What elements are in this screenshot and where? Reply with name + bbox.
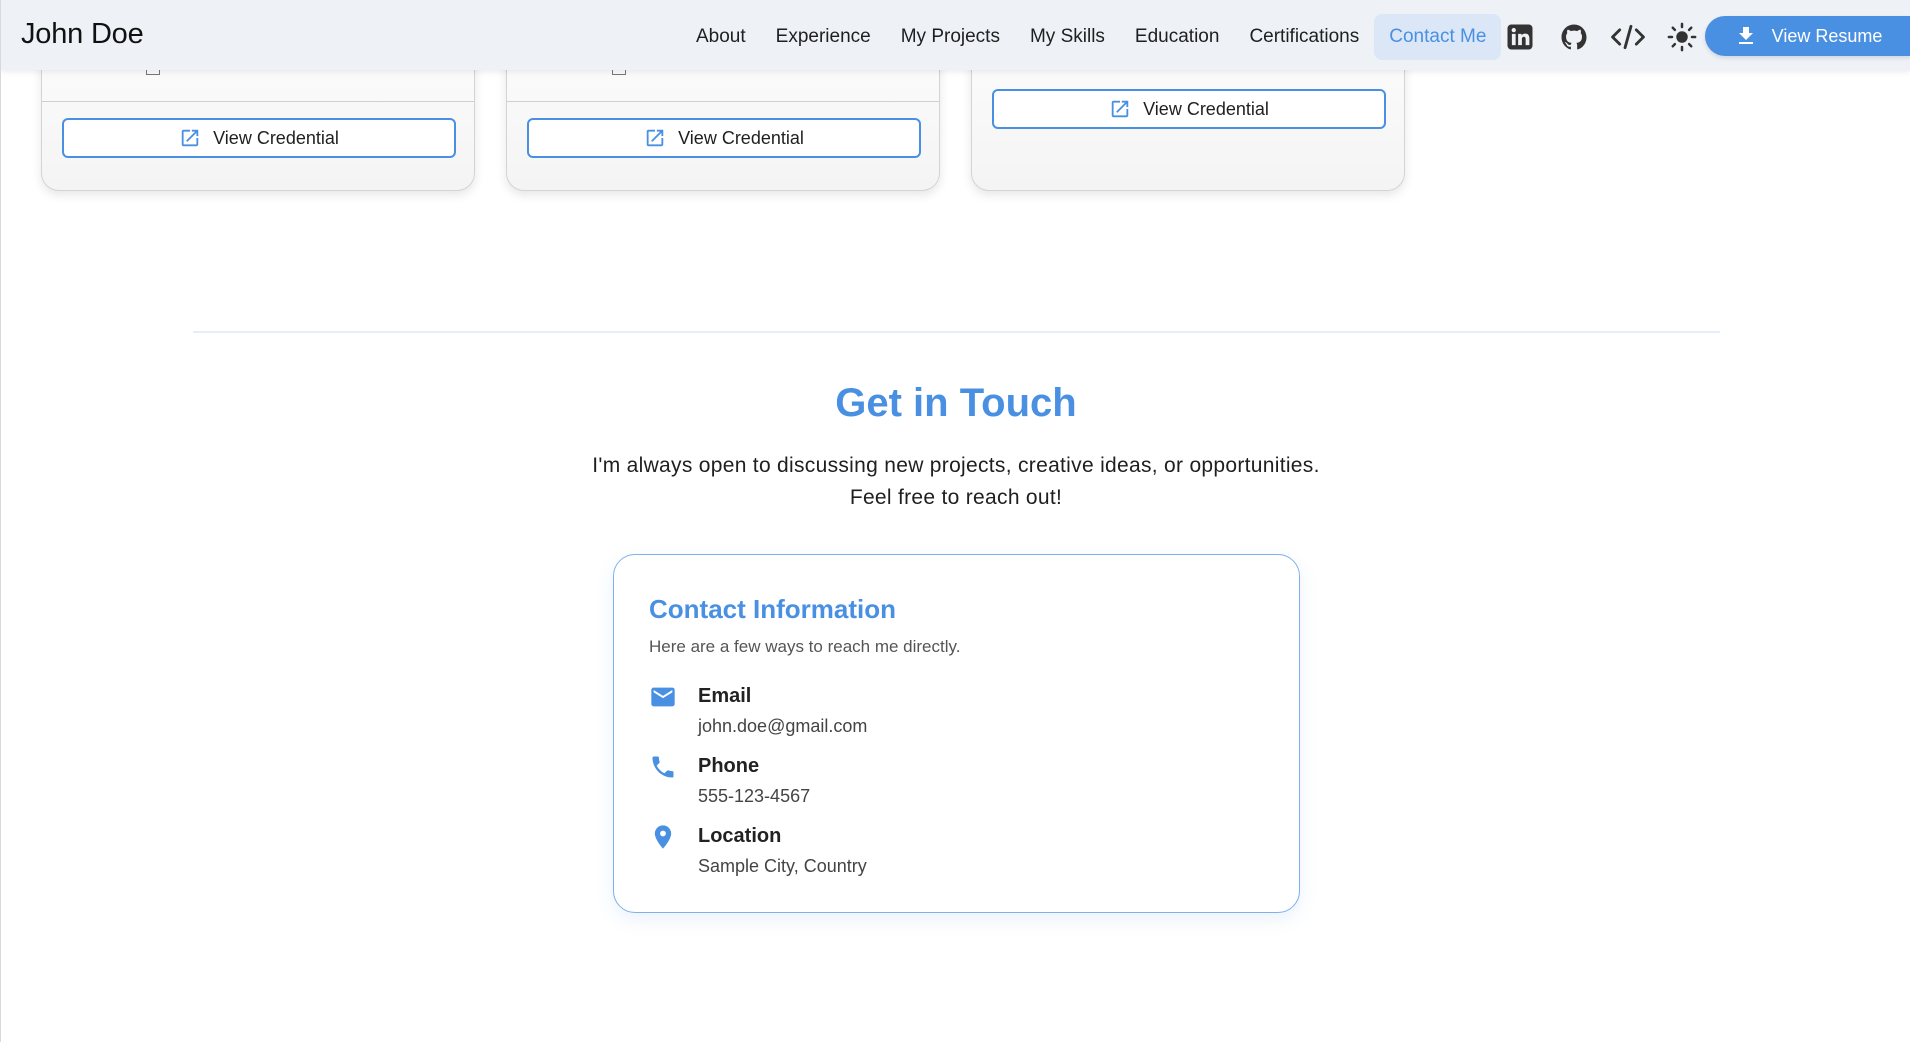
contact-item-location: Location Sample City, Country bbox=[649, 823, 1249, 883]
view-credential-button[interactable]: View Credential bbox=[62, 118, 456, 158]
view-credential-button[interactable]: View Credential bbox=[992, 89, 1386, 129]
view-credential-button[interactable]: View Credential bbox=[527, 118, 921, 158]
brand-name[interactable]: John Doe bbox=[21, 18, 144, 51]
nav-icons bbox=[1501, 14, 1701, 60]
nav-contact-me[interactable]: Contact Me bbox=[1374, 14, 1502, 60]
navbar: John Doe About Experience My Projects My… bbox=[1, 0, 1910, 70]
github-icon[interactable] bbox=[1555, 18, 1593, 56]
phone-icon bbox=[652, 756, 674, 778]
contact-card-description: Here are a few ways to reach me directly… bbox=[649, 637, 961, 656]
view-resume-button[interactable]: View Resume bbox=[1705, 16, 1910, 56]
nav-education[interactable]: Education bbox=[1120, 14, 1235, 60]
contact-label: Phone bbox=[698, 755, 760, 777]
contact-info-card: Contact Information Here are a few ways … bbox=[613, 554, 1300, 913]
nav-certifications[interactable]: Certifications bbox=[1234, 14, 1374, 60]
nav-about[interactable]: About bbox=[681, 14, 761, 60]
nav-my-skills[interactable]: My Skills bbox=[1015, 14, 1120, 60]
mail-icon bbox=[651, 687, 675, 707]
external-link-icon bbox=[646, 129, 664, 147]
contact-section-title: Get in Touch bbox=[835, 381, 1077, 425]
contact-label: Email bbox=[698, 685, 752, 707]
card-divider bbox=[42, 101, 474, 102]
external-link-icon bbox=[181, 129, 199, 147]
location-value: Sample City, Country bbox=[698, 856, 867, 876]
download-icon bbox=[1738, 27, 1753, 44]
view-credential-label: View Credential bbox=[213, 127, 339, 148]
code-icon[interactable] bbox=[1609, 18, 1647, 56]
contact-card-title: Contact Information bbox=[649, 594, 896, 624]
page: View Credential View Credential View Cre… bbox=[0, 0, 1910, 1042]
external-link-icon bbox=[1111, 100, 1129, 118]
contact-label: Location bbox=[698, 825, 782, 847]
sun-icon[interactable] bbox=[1663, 18, 1701, 56]
contact-item-phone: Phone 555-123-4567 bbox=[649, 753, 1249, 813]
email-value[interactable]: john.doe@gmail.com bbox=[698, 716, 867, 737]
section-divider bbox=[193, 331, 1720, 333]
view-credential-label: View Credential bbox=[1143, 98, 1269, 119]
view-resume-label: View Resume bbox=[1771, 25, 1883, 46]
location-pin-icon bbox=[654, 825, 672, 849]
view-credential-label: View Credential bbox=[678, 127, 804, 148]
contact-item-email: Email john.doe@gmail.com bbox=[649, 683, 1249, 743]
linkedin-icon[interactable] bbox=[1501, 18, 1539, 56]
phone-value[interactable]: 555-123-4567 bbox=[698, 786, 810, 807]
nav-my-projects[interactable]: My Projects bbox=[886, 14, 1015, 60]
subtitle-line: Feel free to reach out! bbox=[849, 486, 1063, 509]
contact-section-subtitle: I'm always open to discussing new projec… bbox=[556, 450, 1356, 514]
card-divider bbox=[507, 101, 939, 102]
subtitle-line: I'm always open to discussing new projec… bbox=[592, 454, 1320, 477]
nav-links: About Experience My Projects My Skills E… bbox=[681, 14, 1502, 60]
nav-experience[interactable]: Experience bbox=[761, 14, 886, 60]
